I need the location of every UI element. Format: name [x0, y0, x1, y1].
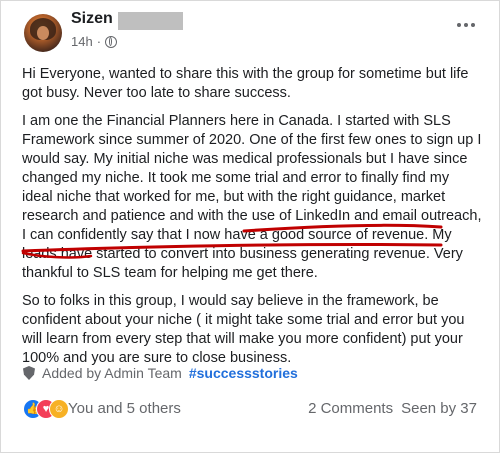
reactions-summary[interactable]: You and 5 others — [68, 400, 181, 417]
post-body: Hi Everyone, wanted to share this with t… — [22, 65, 482, 376]
seen-count[interactable]: Seen by 37 — [401, 400, 477, 417]
separator-dot: · — [96, 34, 102, 49]
paragraph-1: Hi Everyone, wanted to share this with t… — [22, 66, 469, 101]
admin-added-row: Added by Admin Team #successstories — [23, 365, 298, 381]
care-reaction-icon: ☺ — [49, 399, 69, 419]
paragraph-2: I am one the Financial Planners here in … — [22, 112, 482, 283]
added-by-label: Added by Admin Team — [42, 365, 182, 381]
reaction-icons[interactable]: 👍 ♥ ☺ — [23, 399, 69, 419]
comments-count[interactable]: 2 Comments — [308, 400, 393, 417]
paragraph-2-text: I am one the Financial Planners here in … — [22, 113, 482, 243]
post-footer: 👍 ♥ ☺ You and 5 others 2 Comments Seen b… — [23, 397, 477, 421]
post-card: Sizen 14h · Hi Everyone, wanted to share… — [0, 0, 500, 453]
more-options-icon[interactable] — [457, 23, 475, 27]
post-time[interactable]: 14h — [71, 34, 93, 49]
avatar[interactable] — [24, 14, 62, 52]
shield-icon — [23, 366, 35, 380]
paragraph-3: So to folks in this group, I would say b… — [22, 293, 465, 366]
globe-icon[interactable] — [105, 35, 118, 48]
post-meta: 14h · — [71, 34, 118, 49]
author-name[interactable]: Sizen — [71, 10, 113, 28]
footer-counts: 2 Comments Seen by 37 — [308, 400, 477, 417]
hashtag-link[interactable]: #successstories — [189, 365, 298, 381]
redacted-surname — [118, 12, 183, 30]
